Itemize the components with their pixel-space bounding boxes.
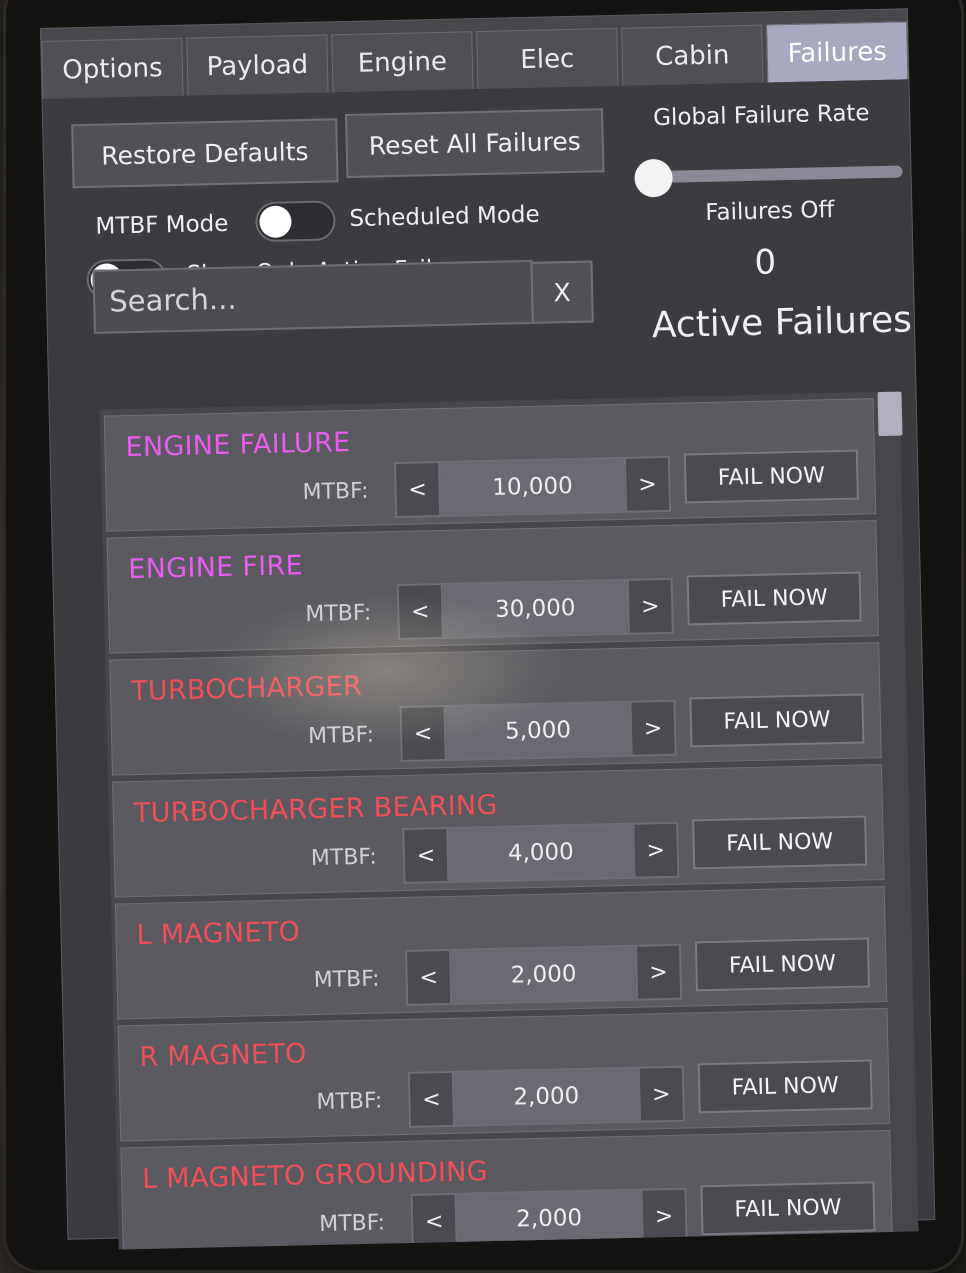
reset-all-failures-button[interactable]: Reset All Failures [345,108,605,179]
tab-payload[interactable]: Payload [186,34,329,96]
increase-button[interactable]: > [623,455,672,513]
decrease-button[interactable]: < [402,826,450,884]
failure-name: L MAGNETO GROUNDING [141,1156,489,1195]
mtbf-stepper: <10,000 > [393,455,672,519]
increase-button[interactable]: > [640,1187,688,1245]
tab-options[interactable]: Options [41,37,184,99]
active-failures-label: Active Failures [651,299,913,347]
decrease-button[interactable]: < [410,1192,458,1250]
failure-row: ENGINE FIRE MTBF: <30,000 > FAIL NOW [106,520,880,654]
tab-engine[interactable]: Engine [331,31,474,93]
failure-name: ENGINE FAILURE [125,427,351,464]
fail-now-button[interactable]: FAIL NOW [689,693,865,748]
mtbf-value: 30,000 [442,578,628,639]
failure-name: R MAGNETO [139,1038,307,1074]
mtbf-value: 4,000 [448,822,634,883]
mtbf-value: 2,000 [453,1066,639,1127]
global-failure-rate-slider[interactable] [656,165,903,184]
failure-row: TURBOCHARGER BEARING MTBF: <4,000 > FAIL NOW [112,764,885,898]
toggle-knob [259,205,292,239]
mtbf-value: 10,000 [439,456,626,518]
failure-name: L MAGNETO [136,916,301,952]
decrease-button[interactable]: < [399,704,447,763]
failure-name: TURBOCHARGER BEARING [133,789,499,830]
mtbf-label: MTBF: [313,966,380,994]
fail-now-button[interactable]: FAIL NOW [694,937,870,992]
failure-row: L MAGNETO MTBF: <2,000 > FAIL NOW [114,886,888,1020]
fail-now-button[interactable]: FAIL NOW [697,1059,873,1114]
mtbf-stepper: <5,000 > [399,699,677,763]
decrease-button[interactable]: < [396,583,444,641]
increase-button[interactable]: > [637,1065,685,1123]
global-failure-rate-label: Global Failure Rate [652,100,870,132]
mtbf-value: 5,000 [445,700,631,761]
list-scrollbar[interactable] [877,391,903,437]
increase-button[interactable]: > [632,821,680,879]
mtbf-label: MTBF: [307,722,375,750]
mtbf-mode-label: MTBF Mode [95,210,229,240]
fail-now-button[interactable]: FAIL NOW [686,571,862,626]
mtbf-label: MTBF: [316,1088,383,1116]
mtbf-stepper: <4,000 > [402,821,680,884]
increase-button[interactable]: > [634,943,683,1001]
fail-now-button[interactable]: FAIL NOW [700,1181,876,1236]
failures-status-label: Failures Off [705,197,835,226]
failure-name: ENGINE FIRE [127,550,304,586]
decrease-button[interactable]: < [393,461,442,519]
mtbf-label: MTBF: [310,844,378,872]
search-input[interactable] [92,259,534,334]
failure-row: ENGINE FAILURE MTBF: <10,000 > FAIL NOW [103,398,877,532]
fail-now-button[interactable]: FAIL NOW [683,449,859,504]
mtbf-label: MTBF: [318,1210,386,1237]
clear-search-button[interactable]: X [530,260,594,324]
failure-row: R MAGNETO MTBF: <2,000 > FAIL NOW [117,1008,891,1142]
scheduled-mode-label: Scheduled Mode [349,201,540,233]
mtbf-stepper: <30,000 > [396,577,674,641]
mode-toggle[interactable] [255,200,336,243]
mtbf-value: 2,000 [450,944,637,1005]
active-failures-count: 0 [754,242,777,283]
mtbf-stepper: <2,000 > [405,943,683,1006]
mtbf-label: MTBF: [305,600,372,628]
failures-panel: Restore Defaults Reset All Failures Glob… [42,79,935,1250]
slider-handle[interactable] [634,158,673,198]
restore-defaults-button[interactable]: Restore Defaults [71,118,339,189]
tab-failures[interactable]: Failures [766,21,909,83]
increase-button[interactable]: > [626,577,674,635]
tab-cabin[interactable]: Cabin [621,24,764,86]
increase-button[interactable]: > [629,699,677,757]
failure-row: TURBOCHARGER MTBF: <5,000 > FAIL NOW [109,642,882,776]
mtbf-stepper: <2,000 > [407,1065,685,1128]
decrease-button[interactable]: < [405,948,453,1006]
tab-elec[interactable]: Elec [476,27,619,90]
failures-screen: Options Payload Engine Elec Cabin Failur… [40,8,936,1250]
decrease-button[interactable]: < [407,1070,456,1128]
failure-row: L MAGNETO GROUNDING MTBF: <2,000 > FAIL NOW [120,1129,893,1250]
failure-name: TURBOCHARGER [130,670,363,708]
fail-now-button[interactable]: FAIL NOW [692,815,868,870]
failure-list: ENGINE FAILURE MTBF: <10,000 > FAIL NOW ENGIN… [99,391,919,1250]
mtbf-label: MTBF: [302,478,369,506]
